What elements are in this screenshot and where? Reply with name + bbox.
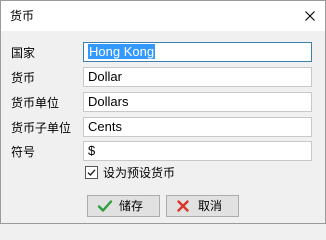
save-button-label: 储存 (119, 199, 144, 213)
currency-dialog: 货币 国家 Hong Kong 货币 Dollar 货币单位 Dollars 货… (0, 0, 326, 224)
dialog-footer: 储存 取消 (1, 193, 325, 223)
x-icon (177, 200, 189, 212)
country-field[interactable]: Hong Kong (83, 42, 312, 62)
checkmark-icon (97, 200, 113, 212)
window-title: 货币 (10, 9, 35, 23)
symbol-label: 符号 (11, 145, 36, 159)
currency-unit-label: 货币单位 (11, 96, 60, 110)
currency-subunit-label: 货币子单位 (11, 121, 72, 135)
country-label: 国家 (11, 46, 36, 60)
cancel-button-label: 取消 (198, 199, 223, 213)
currency-subunit-field[interactable]: Cents (83, 117, 312, 137)
default-currency-label: 设为预设货币 (103, 166, 176, 180)
currency-unit-field[interactable]: Dollars (83, 92, 312, 112)
currency-field[interactable]: Dollar (83, 67, 312, 87)
currency-label: 货币 (11, 71, 36, 85)
close-icon (305, 11, 315, 21)
default-currency-checkbox[interactable] (85, 166, 98, 179)
country-value: Hong Kong (88, 44, 156, 59)
symbol-field[interactable]: $ (83, 141, 312, 161)
checkbox-checkmark-icon (87, 169, 96, 177)
save-button[interactable]: 储存 (87, 195, 160, 217)
close-button[interactable] (295, 1, 325, 31)
title-bar: 货币 (1, 1, 325, 31)
cancel-button[interactable]: 取消 (166, 195, 239, 217)
